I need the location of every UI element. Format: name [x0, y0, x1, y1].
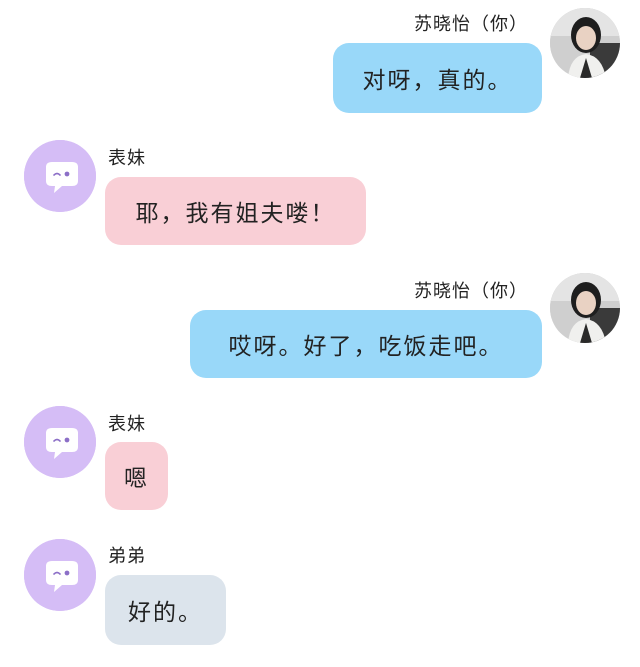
chat-bubble-face-glyph: [24, 140, 96, 212]
user-photo-avatar-icon: [550, 8, 620, 78]
message-row: 弟弟 好的。: [0, 530, 640, 655]
sender-name: 苏晓怡（你）: [414, 14, 528, 35]
chat-bubble-face-icon[interactable]: [24, 406, 96, 478]
message-bubble[interactable]: 嗯: [105, 442, 168, 510]
message-row: 苏晓怡（你） 哎呀。好了，吃饭走吧。: [0, 265, 640, 385]
message-bubble[interactable]: 对呀，真的。: [333, 43, 542, 113]
user-photo-avatar[interactable]: [550, 8, 620, 78]
message-bubble[interactable]: 好的。: [105, 575, 226, 645]
message-bubble[interactable]: 耶，我有姐夫喽！: [105, 177, 366, 245]
chat-bubble-face-glyph: [24, 406, 96, 478]
message-row: 苏晓怡（你） 对呀，真的。: [0, 0, 640, 120]
chat-window: 苏晓怡（你） 对呀，真的。 表妹 耶，我有姐夫喽！ 苏晓怡（你） 哎呀。好了，吃…: [0, 0, 640, 667]
sender-name: 表妹: [108, 148, 146, 169]
chat-bubble-face-glyph: [24, 539, 96, 611]
message-row: 表妹 嗯: [0, 397, 640, 522]
user-photo-avatar[interactable]: [550, 273, 620, 343]
chat-bubble-face-icon[interactable]: [24, 539, 96, 611]
user-photo-avatar-icon: [550, 273, 620, 343]
chat-bubble-face-icon[interactable]: [24, 140, 96, 212]
sender-name: 弟弟: [108, 546, 146, 567]
sender-name: 表妹: [108, 414, 146, 435]
message-row: 表妹 耶，我有姐夫喽！: [0, 130, 640, 260]
sender-name: 苏晓怡（你）: [414, 281, 528, 302]
message-bubble[interactable]: 哎呀。好了，吃饭走吧。: [190, 310, 542, 378]
